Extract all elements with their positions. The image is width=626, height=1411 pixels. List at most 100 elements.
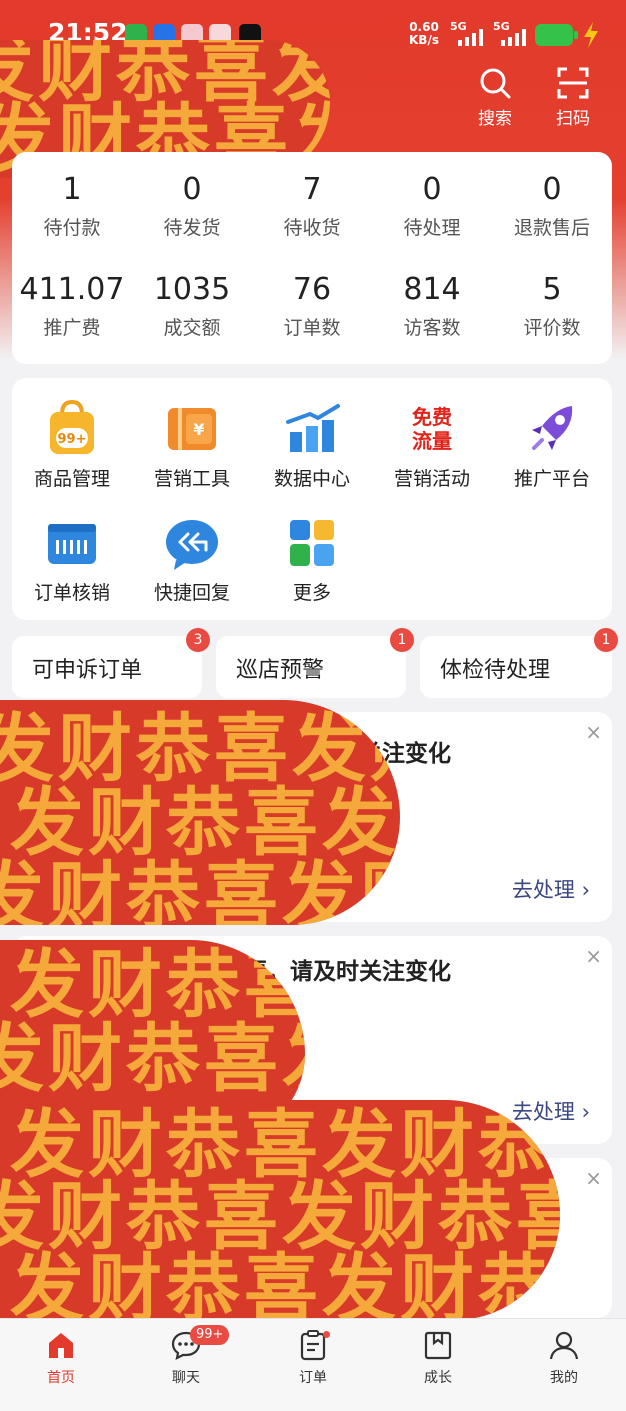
stat-label: 待付款 <box>43 217 101 239</box>
charging-icon <box>584 22 598 48</box>
overlay-text: 发财恭喜发财恭喜 <box>10 1102 560 1188</box>
scan-label: 扫码 <box>556 109 590 129</box>
scan-icon <box>557 67 589 99</box>
chip-label: 巡店预警 <box>236 658 325 683</box>
stat-pending-payment[interactable]: 1 待付款 <box>12 172 132 240</box>
tab-home[interactable]: 首页 <box>21 1329 101 1387</box>
tool-label: 营销工具 <box>153 468 230 490</box>
handle-label: 去处理 <box>511 878 575 902</box>
tool-data-center[interactable]: 数据中心 <box>252 400 372 491</box>
icon-text-line-2: 流量 <box>412 429 452 453</box>
bottom-tab-bar: 首页 99+ 聊天 订单 成长 我的 <box>0 1318 626 1411</box>
product-badge-text: 99+ <box>58 432 87 447</box>
notification-dot <box>323 1331 330 1338</box>
tool-marketing-activities[interactable]: 免费 流量 营销活动 <box>372 400 492 491</box>
overlay-text: 发财恭喜发财恭喜 <box>0 854 400 925</box>
order-verify-icon <box>48 524 96 564</box>
count-badge: 1 <box>390 628 414 652</box>
free-traffic-icon: 免费 流量 <box>412 405 452 453</box>
stat-label: 待收货 <box>283 217 341 239</box>
tool-label: 商品管理 <box>33 468 110 490</box>
network-speed: 0.60 KB/s <box>409 21 439 47</box>
chip-health-check[interactable]: 体检待处理 1 <box>420 628 618 698</box>
close-icon[interactable]: × <box>585 944 602 968</box>
stat-label: 待处理 <box>403 217 461 239</box>
stats-card: 1 待付款 0 待发货 7 待收货 0 待处理 0 退款售后 411.07 推广… <box>12 152 612 364</box>
tab-label: 首页 <box>47 1370 75 1386</box>
tab-growth[interactable]: 成长 <box>398 1329 478 1387</box>
stat-value: 0 <box>542 172 562 207</box>
tool-quick-reply[interactable]: 快捷回复 <box>132 514 252 605</box>
stat-pending-handling[interactable]: 0 待处理 <box>372 172 492 240</box>
chip-store-patrol-warning[interactable]: 巡店预警 1 <box>216 628 414 698</box>
search-button[interactable]: 搜索 <box>465 66 525 129</box>
count-badge: 1 <box>594 628 618 652</box>
chip-label: 体检待处理 <box>440 658 551 683</box>
tab-chat[interactable]: 99+ 聊天 <box>146 1325 230 1387</box>
search-icon <box>480 68 511 99</box>
stat-value: 0 <box>422 172 442 207</box>
tool-label: 订单核销 <box>33 582 110 604</box>
stat-review-count[interactable]: 5 评价数 <box>492 272 612 340</box>
home-icon <box>49 1333 73 1358</box>
stat-value: 1035 <box>153 272 231 307</box>
stat-value: 7 <box>302 172 322 207</box>
product-bag-icon: 99+ <box>50 400 94 454</box>
unread-badge: 99+ <box>190 1325 230 1345</box>
stat-value: 0 <box>182 172 202 207</box>
tab-label: 聊天 <box>172 1370 200 1386</box>
stat-value: 411.07 <box>19 272 125 307</box>
decorative-overlay: 发财恭喜发财恭喜 发财恭喜发财恭喜 发财恭喜发财恭喜 <box>0 1100 560 1320</box>
tool-more[interactable]: 更多 <box>252 514 372 605</box>
net-speed-unit: KB/s <box>409 33 439 47</box>
stat-order-count[interactable]: 76 订单数 <box>252 272 372 340</box>
coupon-icon: ¥ <box>168 408 216 450</box>
svg-text:¥: ¥ <box>193 420 204 439</box>
count-badge: 3 <box>186 628 210 652</box>
tool-label: 更多 <box>292 582 331 604</box>
bar-chart-icon <box>286 404 340 452</box>
stat-label: 退款售后 <box>513 217 590 239</box>
overlay-text: 发财恭喜发财恭喜 <box>10 1246 560 1320</box>
signal-bars-icon <box>458 29 483 46</box>
net-speed-value: 0.60 <box>409 20 439 34</box>
stat-value: 814 <box>403 272 461 307</box>
tab-label: 我的 <box>550 1370 578 1386</box>
stat-refunds[interactable]: 0 退款售后 <box>492 172 612 240</box>
stat-label: 评价数 <box>523 317 581 339</box>
stat-turnover[interactable]: 1035 成交额 <box>132 272 252 340</box>
quick-reply-icon <box>166 520 218 570</box>
chip-label: 可申诉订单 <box>32 658 143 683</box>
tool-marketing-tools[interactable]: ¥ 营销工具 <box>132 400 252 491</box>
chip-appealable-orders[interactable]: 可申诉订单 3 <box>12 628 210 698</box>
tool-product-management[interactable]: 99+ 商品管理 <box>12 400 132 491</box>
tab-profile[interactable]: 我的 <box>524 1329 604 1387</box>
search-label: 搜索 <box>478 109 512 129</box>
stat-pending-receipt[interactable]: 7 待收货 <box>252 172 372 240</box>
tab-orders[interactable]: 订单 <box>273 1329 353 1387</box>
stat-pending-shipment[interactable]: 0 待发货 <box>132 172 252 240</box>
tool-label: 推广平台 <box>513 468 590 490</box>
stat-value: 76 <box>292 272 332 307</box>
stat-label: 访客数 <box>403 317 461 339</box>
stat-visitor-count[interactable]: 814 访客数 <box>372 272 492 340</box>
overlay-text: 发财恭喜发财恭喜 <box>0 1174 560 1260</box>
close-icon[interactable]: × <box>585 720 602 744</box>
battery-icon <box>535 24 578 46</box>
close-icon[interactable]: × <box>585 1166 602 1190</box>
overlay-text: 发财恭喜发财恭喜 <box>10 942 305 1028</box>
tools-card: 99+ 商品管理 ¥ 营销工具 数据中心 免费 流量 营销活动 推广平台 订单核… <box>12 378 612 620</box>
tab-label: 订单 <box>299 1370 327 1386</box>
handle-link[interactable]: 去处理 › <box>512 874 590 904</box>
tool-label: 营销活动 <box>393 468 470 490</box>
tool-order-verification[interactable]: 订单核销 <box>12 514 132 605</box>
stat-promotion-fee[interactable]: 411.07 推广费 <box>12 272 132 340</box>
profile-icon <box>549 1331 579 1360</box>
signal-bars-icon <box>501 29 526 46</box>
stat-label: 订单数 <box>283 317 341 339</box>
growth-icon <box>424 1331 452 1360</box>
scan-button[interactable]: 扫码 <box>543 66 603 129</box>
overlay-text: 发财恭喜发财恭喜 <box>0 706 400 792</box>
stat-value: 1 <box>62 172 82 207</box>
tool-promotion-platform[interactable]: 推广平台 <box>492 400 612 491</box>
